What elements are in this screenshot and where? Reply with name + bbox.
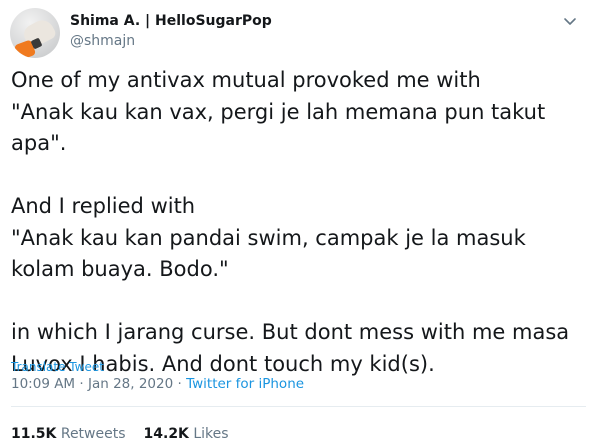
likes-count: 14.2K xyxy=(143,426,189,442)
chevron-down-icon[interactable] xyxy=(561,12,579,30)
engagement-stats: 11.5K Retweets 14.2K Likes xyxy=(11,426,229,442)
tweet-date[interactable]: Jan 28, 2020 xyxy=(88,376,173,392)
author-display-name[interactable]: Shima A. | HelloSugarPop xyxy=(70,13,272,29)
likes-label: Likes xyxy=(193,426,229,442)
tweet-source-link[interactable]: Twitter for iPhone xyxy=(186,376,304,392)
translate-tweet-link[interactable]: Translate Tweet xyxy=(11,360,104,374)
tweet-time[interactable]: 10:09 AM xyxy=(11,376,75,392)
meta-separator: · xyxy=(177,376,182,392)
author-handle[interactable]: @shmajn xyxy=(70,33,135,49)
author-avatar[interactable] xyxy=(10,8,60,58)
tweet-timestamp-row: 10:09 AM · Jan 28, 2020 · Twitter for iP… xyxy=(11,376,304,392)
meta-separator: · xyxy=(79,376,84,392)
tweet-text: One of my antivax mutual provoked me wit… xyxy=(11,68,570,376)
stats-divider xyxy=(11,406,586,407)
tweet-card: Shima A. | HelloSugarPop @shmajn One of … xyxy=(0,0,597,448)
retweets-label: Retweets xyxy=(60,426,126,442)
retweets-stat[interactable]: 11.5K Retweets xyxy=(11,426,126,442)
likes-stat[interactable]: 14.2K Likes xyxy=(144,426,229,442)
retweets-count: 11.5K xyxy=(11,426,57,442)
